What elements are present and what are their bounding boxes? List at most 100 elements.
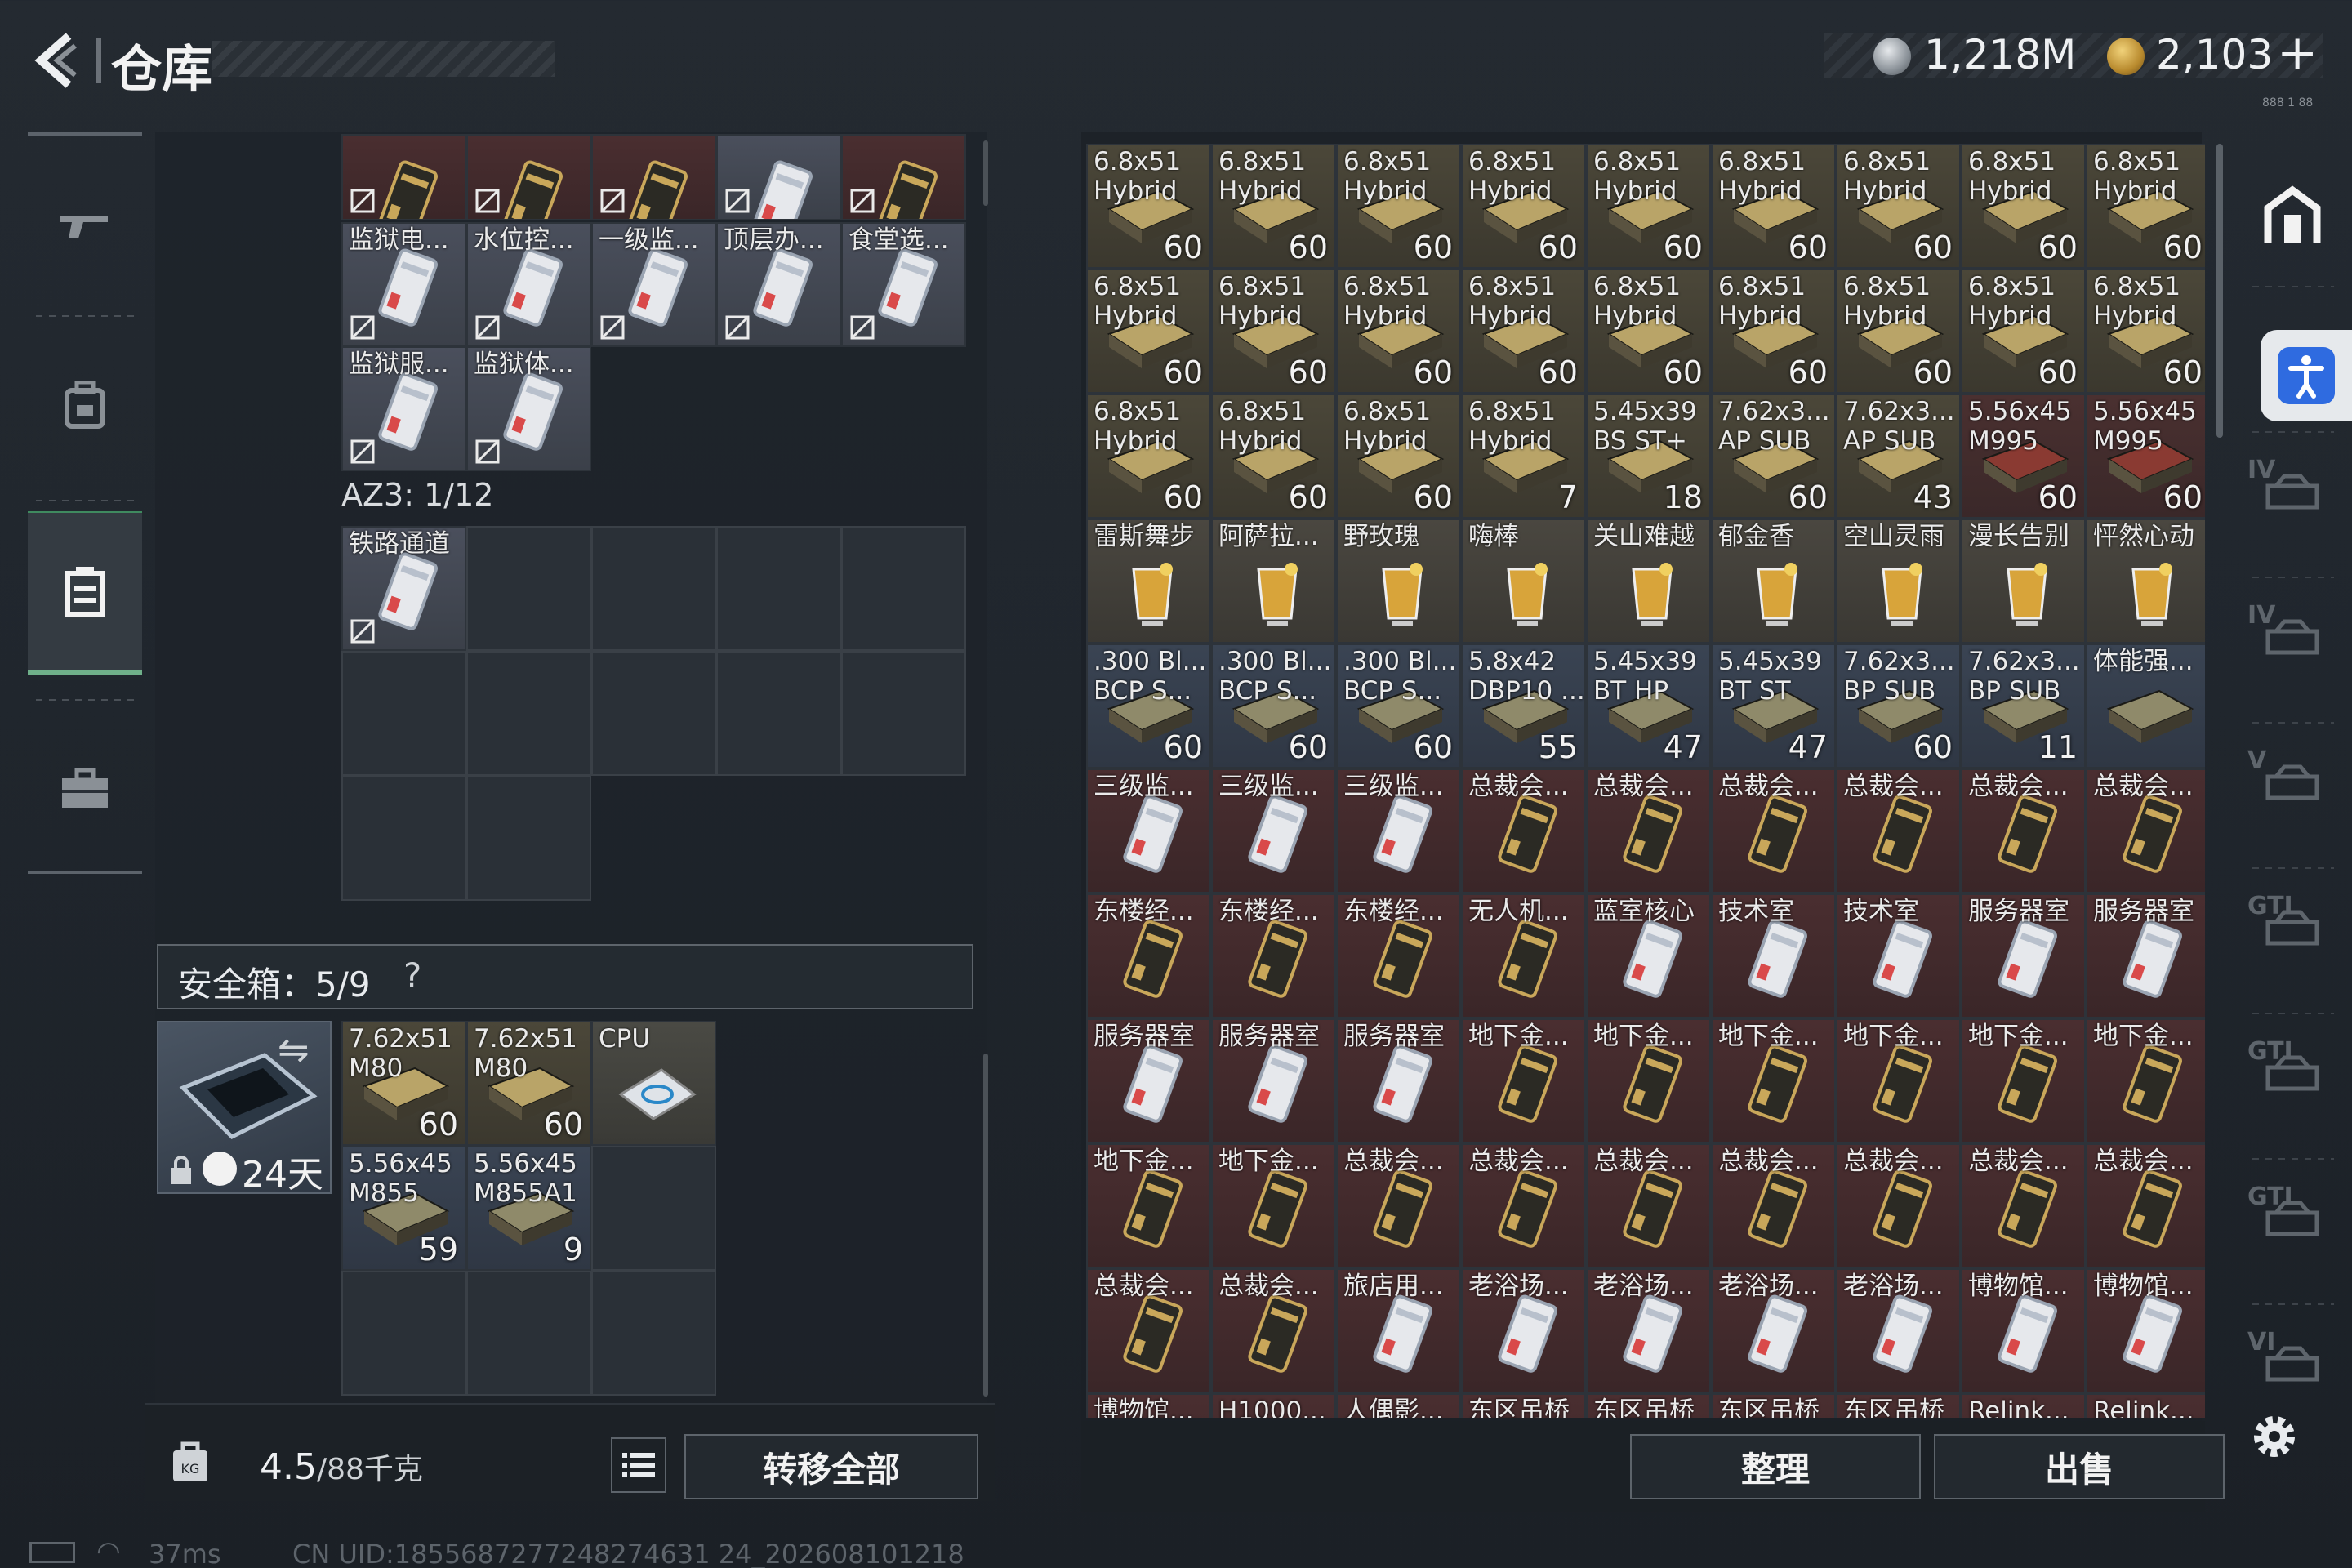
list-view-button[interactable]	[611, 1437, 666, 1493]
warehouse-item[interactable]: 东楼经...	[1086, 893, 1211, 1018]
warehouse-item[interactable]: 6.8x51 Hybrid 60	[1336, 144, 1461, 269]
az3-slot[interactable]	[716, 651, 841, 776]
warehouse-item[interactable]: 老浴场...	[1461, 1268, 1586, 1393]
inventory-item[interactable]: 顶层办...	[716, 222, 841, 347]
warehouse-item[interactable]: 6.8x51 Hybrid 60	[1461, 269, 1586, 394]
az3-slot[interactable]	[466, 651, 591, 776]
safebox-item[interactable]: 5.56x45 M855A1 9	[466, 1146, 591, 1271]
warehouse-item[interactable]: 服务器室	[1961, 893, 2086, 1018]
inventory-scrollbar[interactable]	[983, 1054, 988, 1396]
inventory-item[interactable]	[841, 134, 966, 220]
nav-category-7[interactable]: VI	[2247, 1328, 2337, 1401]
warehouse-item[interactable]: 东区吊桥	[1461, 1393, 1586, 1418]
az3-slot[interactable]	[466, 526, 591, 651]
warehouse-item[interactable]: 阿萨拉...	[1211, 519, 1336, 644]
warehouse-item[interactable]: 服务器室	[2086, 893, 2205, 1018]
warehouse-item[interactable]: 地下金...	[1211, 1143, 1336, 1268]
warehouse-item[interactable]: 老浴场...	[1711, 1268, 1836, 1393]
nav-storage[interactable]	[28, 511, 142, 675]
safebox-slot[interactable]	[591, 1271, 716, 1396]
warehouse-item[interactable]: 地下金...	[1086, 1143, 1211, 1268]
warehouse-item[interactable]: 总裁会...	[1711, 1143, 1836, 1268]
warehouse-item[interactable]: 东区吊桥	[1711, 1393, 1836, 1418]
warehouse-item[interactable]: 总裁会...	[1961, 768, 2086, 893]
warehouse-item[interactable]: 服务器室	[1086, 1018, 1211, 1143]
safebox-slot[interactable]	[591, 1146, 716, 1271]
nav-category-5[interactable]: GTI	[2247, 1037, 2337, 1111]
warehouse-item[interactable]: 漫长告别	[1961, 519, 2086, 644]
warehouse-item[interactable]: 博物馆...	[1086, 1393, 1211, 1418]
safebox-item[interactable]: CPU	[591, 1021, 716, 1146]
warehouse-item[interactable]: 老浴场...	[1586, 1268, 1711, 1393]
warehouse-item[interactable]: 总裁会...	[1586, 1143, 1711, 1268]
warehouse-item[interactable]: 东楼经...	[1336, 893, 1461, 1018]
safebox-item[interactable]: 5.56x45 M855 59	[341, 1146, 466, 1271]
warehouse-item[interactable]: 6.8x51 Hybrid 60	[1336, 269, 1461, 394]
warehouse-item[interactable]: 东楼经...	[1211, 893, 1336, 1018]
warehouse-item[interactable]: 服务器室	[1336, 1018, 1461, 1143]
nav-all-items[interactable]	[2247, 180, 2337, 253]
warehouse-item[interactable]: Relink...	[2086, 1393, 2205, 1418]
warehouse-item[interactable]: 郁金香	[1711, 519, 1836, 644]
warehouse-item[interactable]: 地下金...	[1586, 1018, 1711, 1143]
inventory-item[interactable]: 监狱体...	[466, 346, 591, 471]
warehouse-item[interactable]: 6.8x51 Hybrid 60	[1461, 144, 1586, 269]
sell-button[interactable]: 出售	[1934, 1434, 2225, 1499]
warehouse-item[interactable]: 5.45x39 BT ST 47	[1711, 644, 1836, 768]
warehouse-item[interactable]: 地下金...	[1711, 1018, 1836, 1143]
nav-category-2[interactable]: IV	[2247, 601, 2337, 675]
warehouse-item[interactable]: .300 Bl... BCP S... 60	[1211, 644, 1336, 768]
warehouse-item[interactable]: 5.8x42 DBP10 ... 55	[1461, 644, 1586, 768]
nav-category-1[interactable]: IV	[2247, 456, 2337, 529]
warehouse-item[interactable]: 6.8x51 Hybrid 60	[2086, 269, 2205, 394]
inventory-item[interactable]: 监狱服...	[341, 346, 466, 471]
nav-backpack[interactable]	[28, 323, 142, 487]
transfer-all-button[interactable]: 转移全部	[684, 1434, 978, 1499]
warehouse-item[interactable]: 6.8x51 Hybrid 60	[1336, 394, 1461, 519]
warehouse-item[interactable]: 7.62x3... BP SUB 60	[1836, 644, 1961, 768]
warehouse-item[interactable]: 总裁会...	[2086, 768, 2205, 893]
warehouse-item[interactable]: 6.8x51 Hybrid 60	[1836, 269, 1961, 394]
warehouse-item[interactable]: 总裁会...	[2086, 1143, 2205, 1268]
warehouse-item[interactable]: 地下金...	[1836, 1018, 1961, 1143]
nav-case[interactable]	[28, 707, 142, 871]
warehouse-item[interactable]: H1000...	[1211, 1393, 1336, 1418]
warehouse-item[interactable]: 5.45x39 BS ST+ 18	[1586, 394, 1711, 519]
warehouse-item[interactable]: 总裁会...	[1461, 1143, 1586, 1268]
warehouse-item[interactable]: 6.8x51 Hybrid 60	[1211, 269, 1336, 394]
warehouse-item[interactable]: 总裁会...	[1961, 1143, 2086, 1268]
warehouse-item[interactable]: 野玫瑰	[1336, 519, 1461, 644]
warehouse-item[interactable]: 关山难越	[1586, 519, 1711, 644]
back-arrow-icon[interactable]	[28, 31, 87, 90]
inventory-item[interactable]	[591, 134, 716, 220]
inventory-item[interactable]	[466, 134, 591, 220]
swap-icon[interactable]: ⇋	[278, 1027, 310, 1071]
help-button[interactable]: ?	[403, 956, 421, 996]
warehouse-item[interactable]: 6.8x51 Hybrid 60	[1086, 269, 1211, 394]
warehouse-item[interactable]: 总裁会...	[1211, 1268, 1336, 1393]
warehouse-item[interactable]: 6.8x51 Hybrid 60	[1836, 144, 1961, 269]
nav-category-4[interactable]: GTI	[2247, 892, 2337, 965]
gear-icon[interactable]	[2247, 1410, 2301, 1463]
warehouse-item[interactable]: 技术室	[1836, 893, 1961, 1018]
warehouse-item[interactable]: 蓝室核心	[1586, 893, 1711, 1018]
warehouse-item[interactable]: 6.8x51 Hybrid 60	[1086, 394, 1211, 519]
warehouse-item[interactable]: 技术室	[1711, 893, 1836, 1018]
add-currency-button[interactable]: +	[2277, 24, 2318, 82]
az3-slot[interactable]	[341, 651, 466, 776]
accessibility-button[interactable]	[2261, 330, 2352, 421]
warehouse-item[interactable]: 总裁会...	[1336, 1143, 1461, 1268]
warehouse-item[interactable]: 5.56x45 M995 60	[1961, 394, 2086, 519]
warehouse-item[interactable]: 东区吊桥	[1836, 1393, 1961, 1418]
az3-slot[interactable]	[716, 526, 841, 651]
inventory-item[interactable]: 食堂选...	[841, 222, 966, 347]
warehouse-item[interactable]: 老浴场...	[1836, 1268, 1961, 1393]
warehouse-item[interactable]: 6.8x51 Hybrid 60	[1961, 269, 2086, 394]
az3-slot[interactable]	[591, 526, 716, 651]
warehouse-item[interactable]: 6.8x51 Hybrid 60	[1961, 144, 2086, 269]
warehouse-item[interactable]: Relink...	[1961, 1393, 2086, 1418]
warehouse-item[interactable]: .300 Bl... BCP S... 60	[1336, 644, 1461, 768]
warehouse-item[interactable]: 地下金...	[2086, 1018, 2205, 1143]
warehouse-item[interactable]: 嗨棒	[1461, 519, 1586, 644]
warehouse-item[interactable]: 三级监...	[1086, 768, 1211, 893]
